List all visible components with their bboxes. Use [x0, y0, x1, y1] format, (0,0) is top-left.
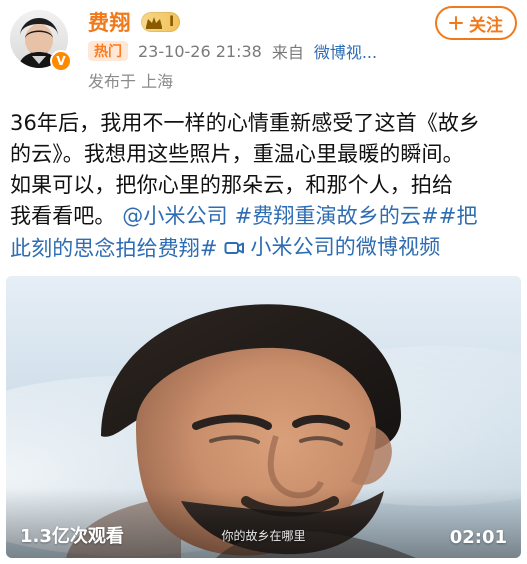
weibo-post: V 费翔 I 热门 23-10-26 21:38 来自 微博视... 发布于 上…: [0, 0, 527, 564]
avatar[interactable]: V: [10, 10, 72, 72]
video-thumbnail[interactable]: 你的故乡在哪里 1.3亿次观看 02:01: [6, 276, 521, 558]
timestamp: 23-10-26 21:38: [138, 41, 262, 61]
video-link[interactable]: 小米公司的微博视频: [224, 232, 440, 263]
video-link-label: 小米公司的微博视频: [250, 235, 441, 259]
video-camera-icon: [224, 241, 245, 254]
hashtag-link-2[interactable]: #把: [439, 204, 478, 228]
post-line-5: 此刻的思念拍给费翔# 小米公司的微博视频: [10, 232, 520, 265]
crown-icon: [146, 17, 162, 29]
post-line-1: 36年后，我用不一样的心情重新感受了这首《故乡: [10, 111, 481, 135]
follow-label: 关注: [469, 15, 503, 36]
mention-link[interactable]: @小米公司: [122, 204, 228, 228]
video-duration: 02:01: [449, 527, 507, 548]
source-prefix: 来自: [271, 43, 304, 62]
post-text: 36年后，我用不一样的心情重新感受了这首《故乡 的云》。我想用这些照片，重温心里…: [10, 108, 520, 265]
source-link[interactable]: 微博视...: [314, 39, 377, 63]
hot-badge: 热门: [88, 41, 128, 61]
post-header: V 费翔 I 热门 23-10-26 21:38 来自 微博视... 发布于 上…: [0, 0, 527, 100]
level-badge[interactable]: I: [141, 12, 181, 32]
location: 发布于 上海: [88, 72, 174, 91]
post-line-4: 我看看吧。 @小米公司 #费翔重演故乡的云##把: [10, 201, 520, 232]
post-line-4-text: 我看看吧。: [10, 204, 116, 228]
username[interactable]: 费翔: [88, 7, 131, 37]
post-line-2: 的云》。我想用这些照片，重温心里最暖的瞬间。: [10, 142, 464, 166]
post-line-3: 如果可以，把你心里的那朵云，和那个人，拍给: [10, 173, 454, 197]
follow-button[interactable]: 关注: [435, 6, 517, 40]
verified-badge-icon: V: [50, 50, 72, 72]
video-view-count: 1.3亿次观看: [20, 526, 124, 547]
post-meta: 热门 23-10-26 21:38 来自 微博视...: [88, 40, 377, 62]
hashtag-link-2-continued[interactable]: 此刻的思念拍给费翔#: [10, 237, 218, 261]
video-subtitle: 你的故乡在哪里: [221, 529, 306, 543]
level-number: I: [169, 14, 175, 30]
hashtag-link-1[interactable]: #费翔重演故乡的云#: [235, 204, 439, 228]
name-row: 费翔 I: [88, 6, 181, 38]
plus-icon: [449, 16, 463, 30]
